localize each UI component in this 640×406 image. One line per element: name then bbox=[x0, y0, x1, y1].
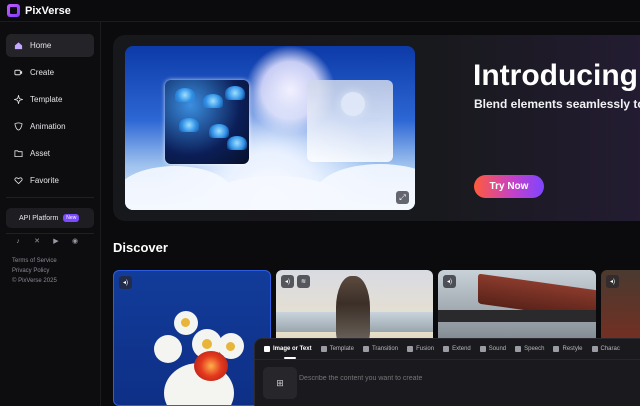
sidebar-item-home[interactable]: Home bbox=[6, 34, 94, 57]
heart-icon bbox=[14, 176, 23, 185]
new-badge: New bbox=[63, 214, 80, 222]
hero-image[interactable]: ⤢ bbox=[125, 46, 415, 210]
sparkle-icon bbox=[14, 95, 23, 104]
tab-label: Fusion bbox=[416, 346, 435, 352]
discord-icon[interactable]: ◉ bbox=[70, 236, 80, 246]
terms-link[interactable]: Terms of Service bbox=[12, 256, 57, 266]
tab-label: Transition bbox=[371, 346, 399, 352]
sidebar-item-label: Template bbox=[30, 95, 63, 104]
video-icon bbox=[14, 68, 23, 77]
figure-shape bbox=[336, 276, 370, 346]
gallery-tile[interactable]: ◂) bbox=[113, 270, 271, 406]
tab-character[interactable]: Charac bbox=[591, 339, 620, 359]
tab-label: Charac bbox=[600, 346, 620, 352]
home-icon bbox=[14, 41, 23, 50]
waveform-icon[interactable]: ≋ bbox=[297, 275, 310, 288]
panel-divider bbox=[255, 359, 640, 360]
transition-icon bbox=[362, 346, 369, 352]
sidebar: Home Create Template Animation Asset Fav… bbox=[0, 22, 101, 406]
sidebar-item-favorite[interactable]: Favorite bbox=[6, 169, 94, 192]
tab-label: Speech bbox=[524, 346, 545, 352]
tab-fusion[interactable]: Fusion bbox=[407, 339, 434, 359]
tiktok-icon[interactable]: ♪ bbox=[13, 236, 23, 246]
add-image-icon: ⊞ bbox=[276, 377, 284, 388]
tab-transition[interactable]: Transition bbox=[362, 339, 399, 359]
prompt-input[interactable] bbox=[299, 375, 599, 382]
api-platform-button[interactable]: API Platform New bbox=[6, 208, 94, 228]
sidebar-item-label: Home bbox=[30, 41, 52, 50]
sidebar-item-label: Asset bbox=[30, 149, 51, 158]
try-now-button[interactable]: Try Now bbox=[474, 175, 544, 198]
hero-banner: ⤢ Introducing Blend elements seamlessly … bbox=[113, 35, 640, 221]
prompt-panel: Image or Text Template Transition Fusion… bbox=[254, 338, 640, 406]
fusion-icon bbox=[407, 346, 414, 352]
api-platform-label: API Platform bbox=[19, 214, 59, 222]
upload-image-button[interactable]: ⊞ bbox=[263, 367, 297, 399]
expand-icon[interactable]: ⤢ bbox=[396, 191, 409, 204]
pixverse-logo-icon[interactable] bbox=[7, 4, 20, 17]
copyright-text: © PixVerse 2025 bbox=[12, 278, 57, 284]
tab-speech[interactable]: Speech bbox=[515, 339, 544, 359]
tab-extend[interactable]: Extend bbox=[443, 339, 471, 359]
hero-title: Introducing bbox=[473, 59, 638, 92]
animation-icon bbox=[14, 122, 23, 131]
youtube-icon[interactable]: ▶ bbox=[51, 236, 61, 246]
sparkle-icon bbox=[320, 346, 327, 352]
sun-shape bbox=[341, 92, 365, 116]
prompt-tabs: Image or Text Template Transition Fusion… bbox=[255, 339, 629, 359]
x-icon[interactable]: ✕ bbox=[32, 236, 42, 246]
image-icon bbox=[264, 346, 270, 352]
jellyfish-card bbox=[165, 80, 249, 164]
sidebar-nav: Home Create Template Animation Asset Fav… bbox=[6, 34, 94, 196]
sound-icon[interactable]: ◂) bbox=[606, 275, 619, 288]
tab-label: Sound bbox=[488, 346, 507, 352]
app-name[interactable]: PixVerse bbox=[25, 5, 71, 17]
sidebar-item-animation[interactable]: Animation bbox=[6, 115, 94, 138]
privacy-link[interactable]: Privacy Policy bbox=[12, 266, 57, 276]
tab-label: Extend bbox=[452, 346, 471, 352]
sidebar-footer: Terms of Service Privacy Policy © PixVer… bbox=[12, 256, 57, 286]
sound-icon[interactable]: ◂) bbox=[119, 276, 132, 289]
tab-label: Image or Text bbox=[273, 346, 312, 352]
sound-icon[interactable]: ◂) bbox=[281, 275, 294, 288]
restyle-icon bbox=[553, 346, 560, 352]
sidebar-item-label: Animation bbox=[30, 122, 66, 131]
sidebar-item-asset[interactable]: Asset bbox=[6, 142, 94, 165]
folder-icon bbox=[14, 149, 23, 158]
sidebar-item-label: Create bbox=[30, 68, 55, 77]
red-flower-shape bbox=[194, 351, 228, 381]
speech-icon bbox=[515, 346, 522, 352]
sidebar-item-template[interactable]: Template bbox=[6, 88, 94, 111]
tab-template[interactable]: Template bbox=[320, 339, 354, 359]
tab-label: Restyle bbox=[562, 346, 583, 352]
tab-restyle[interactable]: Restyle bbox=[553, 339, 583, 359]
extend-icon bbox=[443, 346, 450, 352]
tab-image-or-text[interactable]: Image or Text bbox=[264, 339, 312, 359]
sidebar-divider bbox=[6, 197, 94, 198]
bridge-shape bbox=[438, 310, 596, 322]
top-bar: PixVerse bbox=[0, 0, 640, 22]
sidebar-divider bbox=[6, 233, 94, 234]
sidebar-item-create[interactable]: Create bbox=[6, 61, 94, 84]
tab-label: Template bbox=[329, 346, 354, 352]
cloud-card bbox=[307, 80, 393, 162]
sidebar-item-label: Favorite bbox=[30, 176, 59, 185]
tab-sound[interactable]: Sound bbox=[479, 339, 507, 359]
sound-icon[interactable]: ◂) bbox=[443, 275, 456, 288]
discover-heading: Discover bbox=[113, 240, 168, 255]
social-links: ♪ ✕ ▶ ◉ bbox=[13, 236, 80, 246]
hero-subtitle: Blend elements seamlessly to bbox=[474, 97, 640, 111]
sound-icon bbox=[479, 346, 486, 352]
character-icon bbox=[591, 346, 598, 352]
